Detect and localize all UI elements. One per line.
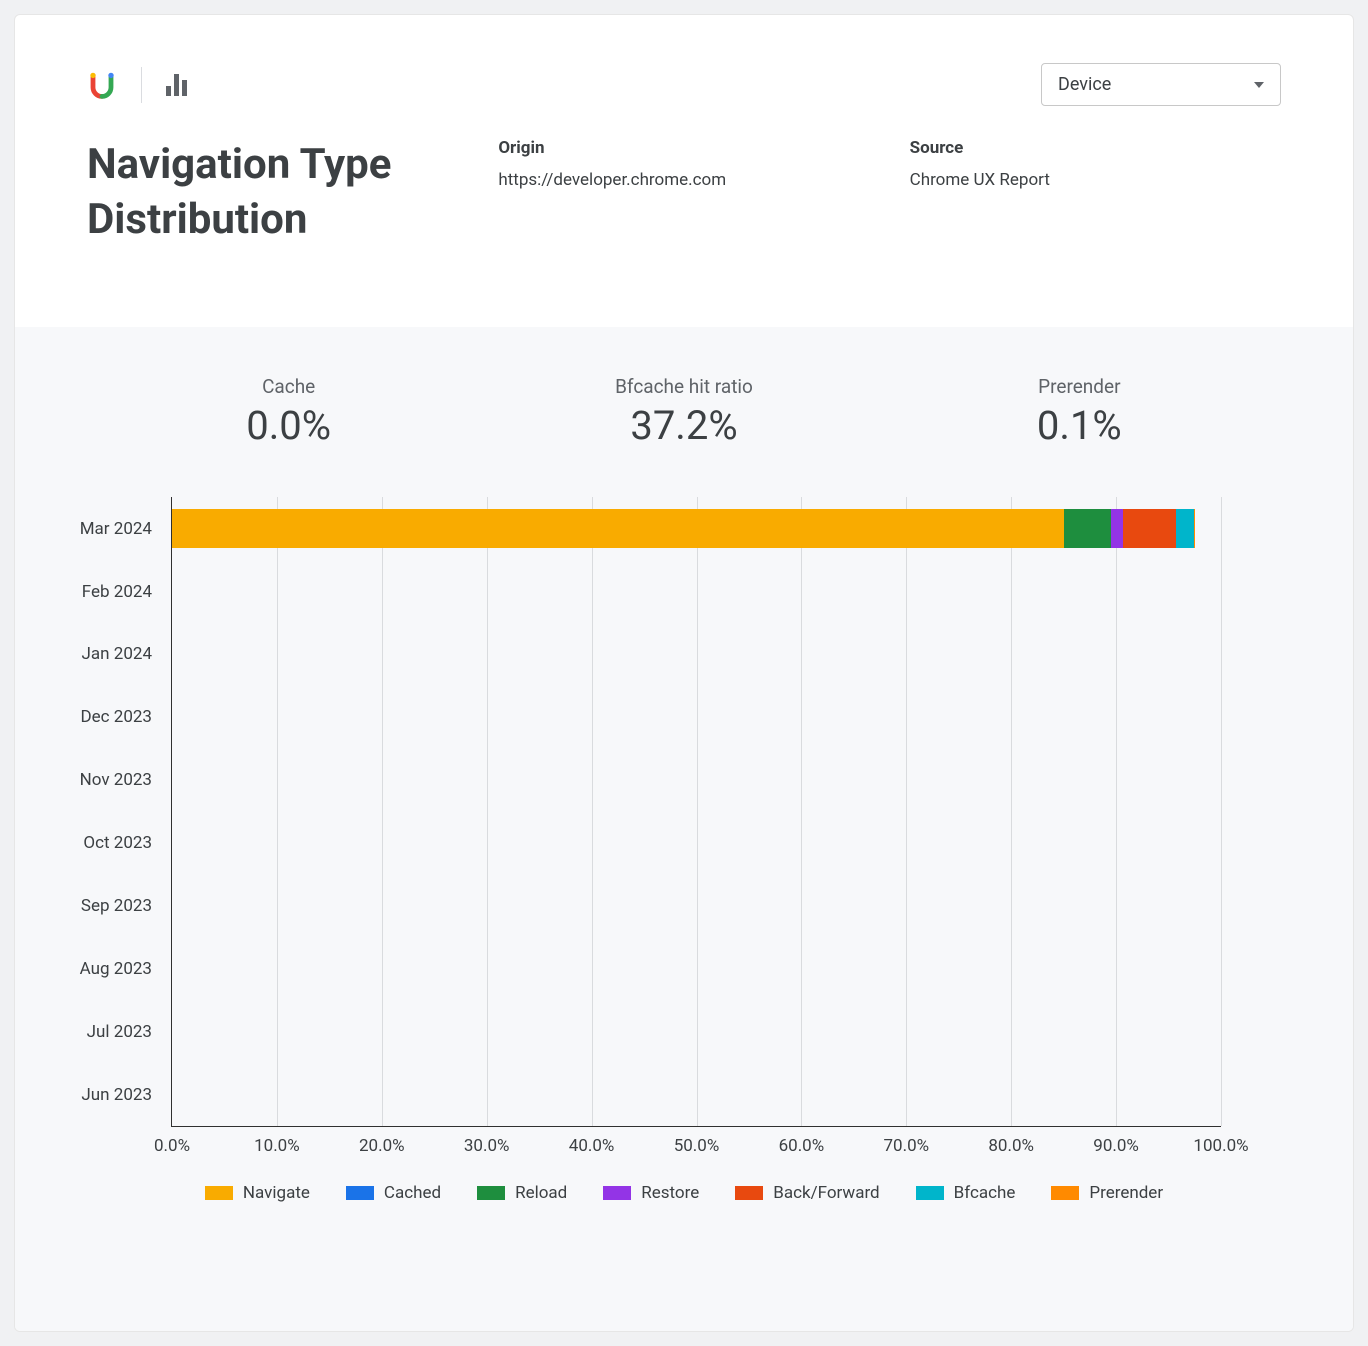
metric-prerender-value: 0.1% <box>882 402 1277 449</box>
source-label: Source <box>910 138 1281 158</box>
x-tick-label: 40.0% <box>569 1136 615 1156</box>
chart-row: Oct 2023 <box>172 812 1221 875</box>
metric-bfcache: Bfcache hit ratio 37.2% <box>486 375 881 449</box>
crux-logo-icon <box>87 70 117 100</box>
legend-reload[interactable]: Reload <box>477 1183 567 1203</box>
x-tick-label: 60.0% <box>779 1136 825 1156</box>
metric-prerender: Prerender 0.1% <box>882 375 1277 449</box>
chart-row: Jan 2024 <box>172 623 1221 686</box>
x-tick-label: 30.0% <box>464 1136 510 1156</box>
x-tick-label: 10.0% <box>254 1136 300 1156</box>
x-tick-label: 20.0% <box>359 1136 405 1156</box>
swatch-bfcache <box>916 1186 944 1200</box>
y-tick-label: Oct 2023 <box>83 833 172 853</box>
device-select-label: Device <box>1058 74 1111 95</box>
swatch-back-forward <box>735 1186 763 1200</box>
legend-bfcache-label: Bfcache <box>954 1183 1016 1203</box>
legend-cached[interactable]: Cached <box>346 1183 441 1203</box>
chart-row: Dec 2023 <box>172 686 1221 749</box>
header-row: Navigation Type Distribution Origin http… <box>15 118 1353 327</box>
chart-row: Jul 2023 <box>172 1000 1221 1063</box>
swatch-reload <box>477 1186 505 1200</box>
x-tick-label: 80.0% <box>988 1136 1034 1156</box>
origin-value: https://developer.chrome.com <box>498 170 869 190</box>
swatch-navigate <box>205 1186 233 1200</box>
x-tick-label: 50.0% <box>674 1136 720 1156</box>
x-tick-label: 100.0% <box>1193 1136 1248 1156</box>
legend-navigate[interactable]: Navigate <box>205 1183 310 1203</box>
bar-chart-icon <box>166 74 187 96</box>
legend: Navigate Cached Reload Restore Back/Forw… <box>51 1183 1317 1203</box>
legend-back-forward-label: Back/Forward <box>773 1183 879 1203</box>
swatch-restore <box>603 1186 631 1200</box>
y-tick-label: Nov 2023 <box>80 770 172 790</box>
legend-navigate-label: Navigate <box>243 1183 310 1203</box>
y-tick-label: Mar 2024 <box>80 519 172 539</box>
chevron-down-icon <box>1254 82 1264 88</box>
swatch-prerender <box>1051 1186 1079 1200</box>
y-tick-label: Jan 2024 <box>82 644 172 664</box>
x-tick-label: 0.0% <box>154 1136 190 1156</box>
bar-segment <box>172 509 1064 548</box>
metric-prerender-label: Prerender <box>882 375 1277 398</box>
chart-area: Cache 0.0% Bfcache hit ratio 37.2% Prere… <box>15 327 1353 1331</box>
logo-area <box>87 67 187 103</box>
legend-bfcache[interactable]: Bfcache <box>916 1183 1016 1203</box>
chart-row: Feb 2024 <box>172 560 1221 623</box>
swatch-cached <box>346 1186 374 1200</box>
legend-restore-label: Restore <box>641 1183 699 1203</box>
legend-reload-label: Reload <box>515 1183 567 1203</box>
source-block: Source Chrome UX Report <box>910 138 1281 190</box>
bar-segment <box>1194 509 1195 548</box>
legend-back-forward[interactable]: Back/Forward <box>735 1183 879 1203</box>
bar-segment <box>1064 509 1111 548</box>
y-tick-label: Sep 2023 <box>81 896 172 916</box>
y-tick-label: Feb 2024 <box>82 582 172 602</box>
x-tick-label: 90.0% <box>1093 1136 1139 1156</box>
dashboard-card: Device Navigation Type Distribution Orig… <box>14 14 1354 1332</box>
metric-bfcache-value: 37.2% <box>486 402 881 449</box>
metric-bfcache-label: Bfcache hit ratio <box>486 375 881 398</box>
origin-label: Origin <box>498 138 869 158</box>
chart-row: Mar 2024 <box>172 497 1221 560</box>
vertical-separator <box>141 67 142 103</box>
legend-restore[interactable]: Restore <box>603 1183 699 1203</box>
x-tick-label: 70.0% <box>883 1136 929 1156</box>
y-tick-label: Dec 2023 <box>80 707 172 727</box>
source-value: Chrome UX Report <box>910 170 1281 190</box>
device-select[interactable]: Device <box>1041 63 1281 106</box>
chart-row: Aug 2023 <box>172 937 1221 1000</box>
bar-stack <box>172 509 1221 548</box>
gridline <box>1221 497 1222 1126</box>
stacked-bar-chart: 0.0%10.0%20.0%30.0%40.0%50.0%60.0%70.0%8… <box>171 497 1221 1127</box>
chart-row: Sep 2023 <box>172 875 1221 938</box>
metric-cache-label: Cache <box>91 375 486 398</box>
y-tick-label: Jun 2023 <box>81 1085 172 1105</box>
y-tick-label: Jul 2023 <box>87 1022 172 1042</box>
chart-row: Nov 2023 <box>172 749 1221 812</box>
bar-segment <box>1176 509 1194 548</box>
metric-cache-value: 0.0% <box>91 402 486 449</box>
page-title: Navigation Type Distribution <box>87 138 458 247</box>
topbar: Device <box>15 15 1353 118</box>
y-tick-label: Aug 2023 <box>80 959 172 979</box>
origin-block: Origin https://developer.chrome.com <box>498 138 869 190</box>
legend-cached-label: Cached <box>384 1183 441 1203</box>
legend-prerender-label: Prerender <box>1089 1183 1163 1203</box>
metrics-row: Cache 0.0% Bfcache hit ratio 37.2% Prere… <box>91 375 1277 449</box>
legend-prerender[interactable]: Prerender <box>1051 1183 1163 1203</box>
bar-segment <box>1123 509 1175 548</box>
metric-cache: Cache 0.0% <box>91 375 486 449</box>
chart-row: Jun 2023 <box>172 1063 1221 1126</box>
bar-segment <box>1111 509 1124 548</box>
